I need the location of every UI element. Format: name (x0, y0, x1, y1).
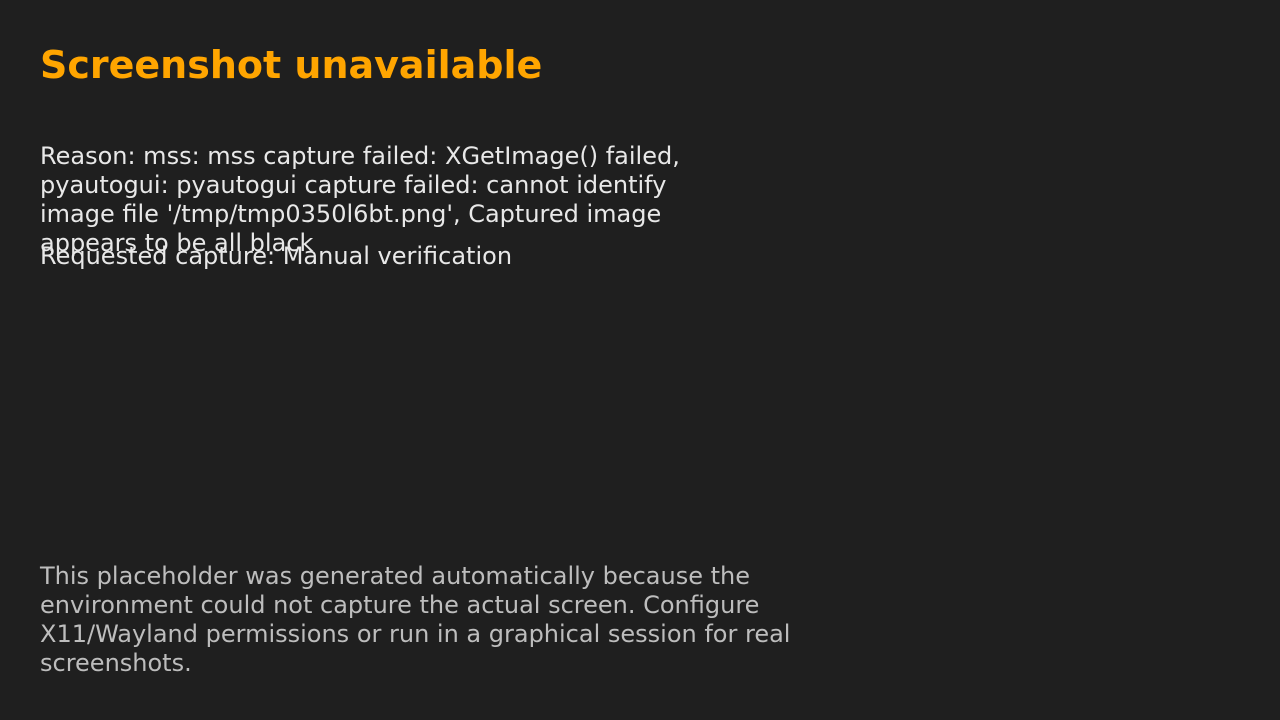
placeholder-page: Screenshot unavailable Reason: mss: mss … (0, 0, 1280, 720)
page-title: Screenshot unavailable (40, 43, 543, 87)
placeholder-note-text: This placeholder was generated automatic… (40, 562, 791, 677)
requested-capture-text: Requested capture: Manual verification (40, 242, 513, 270)
failure-reason-text: Reason: mss: mss capture failed: XGetIma… (40, 142, 680, 257)
